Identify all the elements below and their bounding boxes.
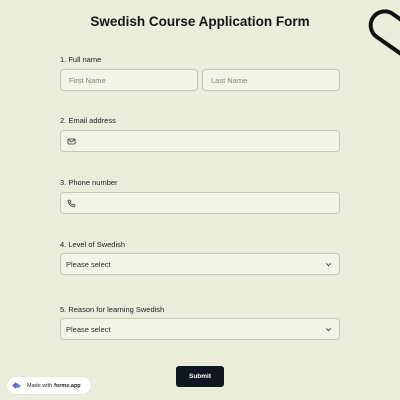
level-select[interactable]: Please select: [60, 253, 340, 275]
chevron-down-icon: [324, 260, 333, 269]
mail-icon: [67, 137, 76, 146]
brand-name: forms.app: [54, 382, 81, 389]
decorative-loop: [362, 3, 400, 65]
made-with-badge[interactable]: Made with forms.app: [7, 377, 91, 394]
phone-icon: [67, 199, 76, 208]
made-with-text: Made with: [27, 382, 53, 389]
reason-select[interactable]: Please select: [60, 318, 340, 340]
email-label: 2. Email address: [60, 116, 116, 125]
level-selected-value: Please select: [66, 259, 111, 269]
page-title: Swedish Course Application Form: [90, 14, 310, 29]
first-name-placeholder: First Name: [69, 75, 106, 85]
reason-selected-value: Please select: [66, 324, 111, 334]
email-input[interactable]: [60, 130, 340, 152]
full-name-label: 1. Full name: [60, 55, 102, 64]
last-name-input[interactable]: Last Name: [202, 69, 340, 91]
first-name-input[interactable]: First Name: [60, 69, 198, 91]
last-name-placeholder: Last Name: [211, 75, 248, 85]
phone-input[interactable]: [60, 192, 340, 214]
level-label: 4. Level of Swedish: [60, 240, 126, 249]
submit-button[interactable]: Submit: [176, 366, 224, 387]
chevron-down-icon: [324, 325, 333, 334]
phone-label: 3. Phone number: [60, 178, 118, 187]
reason-label: 5. Reason for learning Swedish: [60, 305, 165, 314]
forms-app-logo-icon: [10, 379, 23, 392]
